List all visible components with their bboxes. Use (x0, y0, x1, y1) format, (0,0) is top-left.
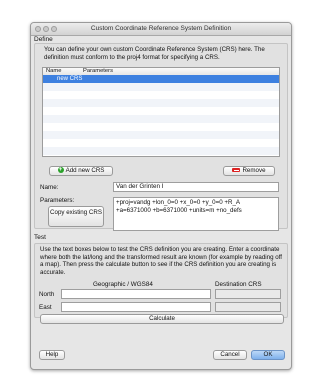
table-empty-row (43, 91, 279, 99)
table-empty-row (43, 139, 279, 147)
calculate-button[interactable]: Calculate (40, 314, 284, 324)
row-name: new CRS (57, 76, 83, 82)
north-label: North (39, 291, 55, 298)
north-input[interactable] (61, 289, 211, 299)
parameters-label: Parameters: (40, 197, 75, 204)
table-empty-row (43, 147, 279, 155)
parameters-textarea[interactable]: +proj=vandg +lon_0=0 +x_0=0 +y_0=0 +R_A … (113, 197, 279, 231)
table-empty-row (43, 83, 279, 91)
column-header-parameters[interactable]: Parameters (83, 68, 113, 75)
table-empty-row (43, 115, 279, 123)
define-description: You can define your own custom Coordinat… (44, 46, 265, 61)
table-empty-row (43, 99, 279, 107)
test-section-label: Test (34, 234, 46, 241)
ok-button[interactable]: OK (251, 350, 285, 360)
east-result-field (215, 302, 281, 312)
minus-icon (232, 168, 241, 173)
define-section-label: Define (34, 35, 53, 43)
name-label: Name: (40, 184, 59, 191)
add-crs-label: Add new CRS (65, 167, 105, 174)
column-header-name[interactable]: Name (46, 68, 61, 75)
cancel-button[interactable]: Cancel (213, 350, 247, 360)
table-empty-row (43, 131, 279, 139)
geographic-header: Geographic / WGS84 (93, 281, 153, 288)
remove-crs-label: Remove (242, 167, 266, 174)
add-crs-button[interactable]: + Add new CRS (49, 166, 113, 176)
plus-icon: + (57, 167, 64, 174)
east-input[interactable] (61, 302, 211, 312)
name-field[interactable]: Van der Grinten I (113, 182, 279, 192)
title-bar: Custom Coordinate Reference System Defin… (31, 23, 291, 36)
destination-header: Destination CRS (215, 281, 262, 288)
copy-existing-crs-button[interactable]: Copy existing CRS (48, 206, 104, 227)
table-empty-row (43, 107, 279, 115)
crs-definition-dialog: Custom Coordinate Reference System Defin… (30, 22, 292, 370)
table-row[interactable]: new CRS (43, 75, 279, 83)
north-result-field (215, 289, 281, 299)
east-label: East (39, 304, 52, 311)
help-button[interactable]: Help (39, 350, 65, 360)
table-empty-row (43, 123, 279, 131)
crs-table[interactable]: Name Parameters new CRS (42, 67, 280, 157)
remove-crs-button[interactable]: Remove (223, 166, 275, 176)
test-description: Use the text boxes below to test the CRS… (40, 246, 283, 276)
window-title: Custom Coordinate Reference System Defin… (90, 24, 232, 32)
